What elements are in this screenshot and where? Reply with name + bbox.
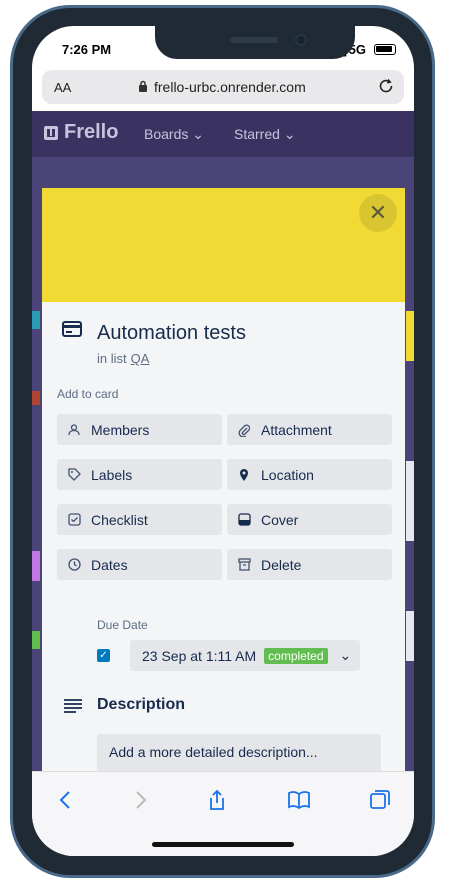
- bookmarks-icon[interactable]: [287, 788, 311, 812]
- tag-icon: [67, 468, 81, 482]
- tabs-icon[interactable]: [368, 788, 392, 812]
- checklist-icon: [67, 513, 81, 527]
- boards-menu[interactable]: Boards ⌄: [144, 126, 204, 143]
- delete-button[interactable]: Delete: [227, 549, 392, 580]
- home-indicator: [152, 842, 294, 847]
- status-time: 7:26 PM: [62, 42, 112, 57]
- forward-arrow-icon[interactable]: [128, 788, 152, 812]
- address-bar[interactable]: AA frello-urbc.onrender.com: [42, 70, 404, 104]
- cover-icon: [237, 513, 251, 527]
- board-list-edge: [32, 311, 40, 329]
- person-icon: [67, 423, 81, 437]
- dates-button[interactable]: Dates: [57, 549, 222, 580]
- due-date-button[interactable]: 23 Sep at 1:11 AM completed ⌄: [130, 640, 360, 671]
- archive-icon: [237, 558, 251, 572]
- logo-text: Frello: [64, 121, 119, 143]
- due-date-label: Due Date: [97, 618, 148, 632]
- lock-icon: [139, 80, 147, 92]
- card-title[interactable]: Automation tests: [97, 322, 246, 345]
- chevron-down-icon: ⌄: [339, 647, 352, 663]
- board-list-edge: [406, 611, 414, 661]
- frello-logo[interactable]: Frello: [44, 121, 118, 144]
- due-date-value: 23 Sep at 1:11 AM: [142, 647, 257, 664]
- board-list-edge: [32, 631, 40, 649]
- url-text[interactable]: frello-urbc.onrender.com: [154, 79, 306, 95]
- card-detail-modal: ✕ Automation tests in list QA Add to card…: [42, 188, 405, 828]
- due-status-badge: completed: [264, 647, 328, 664]
- due-complete-checkbox[interactable]: ✓: [97, 649, 110, 662]
- paperclip-icon: [237, 423, 251, 437]
- description-icon: [64, 699, 82, 713]
- card-cover: [42, 188, 405, 302]
- card-list-info: in list QA: [97, 351, 149, 366]
- close-icon: ✕: [368, 200, 388, 225]
- location-pin-icon: [237, 468, 251, 482]
- members-button[interactable]: Members: [57, 414, 222, 445]
- back-arrow-icon[interactable]: [54, 788, 78, 812]
- attachment-button[interactable]: Attachment: [227, 414, 392, 445]
- app-header: Frello Boards ⌄ Starred ⌄: [32, 111, 414, 157]
- text-size-button[interactable]: AA: [54, 80, 71, 95]
- board-logo-icon: [44, 125, 58, 140]
- checkmark-icon: ✓: [99, 650, 108, 661]
- location-button[interactable]: Location: [227, 459, 392, 490]
- labels-button[interactable]: Labels: [57, 459, 222, 490]
- chevron-down-icon: ⌄: [192, 126, 204, 142]
- board-list-edge: [406, 311, 414, 361]
- reload-icon[interactable]: [376, 76, 396, 96]
- checklist-button[interactable]: Checklist: [57, 504, 222, 535]
- chevron-down-icon: ⌄: [283, 126, 296, 142]
- notch: [155, 26, 355, 59]
- close-button[interactable]: ✕: [359, 194, 397, 232]
- description-heading: Description: [97, 696, 186, 713]
- add-to-card-heading: Add to card: [57, 387, 119, 401]
- starred-menu[interactable]: Starred ⌄: [234, 126, 296, 143]
- cover-button[interactable]: Cover: [227, 504, 392, 535]
- card-icon: [62, 321, 82, 337]
- list-link[interactable]: QA: [131, 351, 150, 366]
- share-icon[interactable]: [205, 788, 229, 812]
- in-list-label: in list: [97, 351, 127, 366]
- clock-icon: [67, 558, 81, 572]
- phone-screen: 7:26 PM ▂▄▆ 5G AA frello-urbc.onrender.c…: [32, 26, 414, 856]
- board-list-edge: [32, 551, 40, 581]
- board-list-edge: [406, 461, 414, 541]
- board-list-edge: [32, 391, 40, 405]
- battery-icon: [374, 44, 396, 55]
